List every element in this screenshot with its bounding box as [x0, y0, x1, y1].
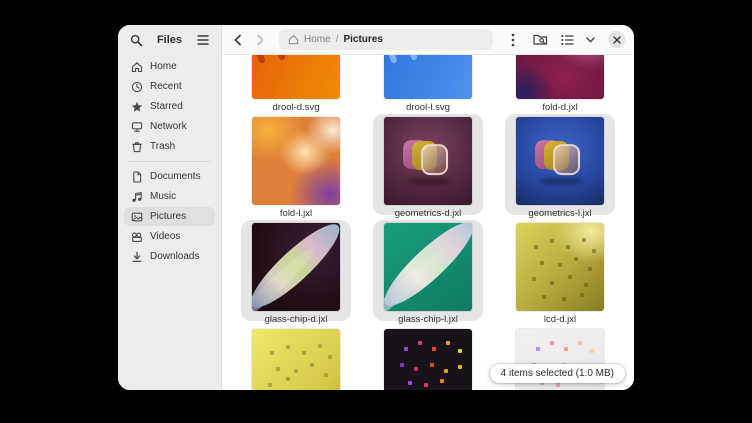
- close-icon: [613, 36, 621, 44]
- menu-button[interactable]: [503, 30, 523, 50]
- sidebar: Files Home Recent: [118, 25, 222, 390]
- file-item-partial-1[interactable]: [241, 326, 351, 390]
- thumbnail-partial-dark: [384, 329, 472, 390]
- glyph-scatter-art: [516, 329, 520, 333]
- file-item-drool-d[interactable]: drool-d.svg: [241, 55, 351, 109]
- file-name: fold-d.jxl: [542, 102, 577, 113]
- home-icon: [131, 61, 143, 73]
- sidebar-item-pictures[interactable]: Pictures: [124, 207, 215, 226]
- thumbnail-partial-yellow: [252, 329, 340, 390]
- view-options-button[interactable]: [584, 30, 597, 50]
- folder-search-button[interactable]: [530, 30, 550, 50]
- file-item-glass-chip-l[interactable]: glass-chip-l.jxl: [373, 220, 483, 321]
- sidebar-item-recent[interactable]: Recent: [124, 77, 215, 96]
- sidebar-item-videos[interactable]: Videos: [124, 227, 215, 246]
- forward-button[interactable]: [251, 30, 269, 50]
- drip-art: [252, 55, 340, 99]
- toolbar-actions: [503, 30, 625, 50]
- thumbnail-glass-chip-d: [252, 223, 340, 311]
- chevron-right-icon: [255, 34, 265, 46]
- file-item-fold-d[interactable]: fold-d.jxl: [505, 55, 615, 109]
- image-icon: [131, 211, 143, 223]
- selection-status-badge: 4 items selected (1.0 MB): [490, 364, 625, 383]
- trash-icon: [131, 141, 143, 153]
- glass-blade-art: [384, 223, 472, 311]
- clock-icon: [131, 81, 143, 93]
- view-toggle-button[interactable]: [557, 30, 577, 50]
- thumbnail-fold-l: [252, 117, 340, 205]
- file-grid-view: drool-d.svg: [222, 55, 634, 390]
- breadcrumb: Home / Pictures: [279, 29, 493, 50]
- file-item-geometrics-d[interactable]: geometrics-d.jxl: [373, 114, 483, 215]
- sidebar-item-downloads[interactable]: Downloads: [124, 247, 215, 266]
- file-item-geometrics-l[interactable]: geometrics-l.jxl: [505, 114, 615, 215]
- main-menu-button[interactable]: [193, 30, 213, 50]
- sidebar-item-documents[interactable]: Documents: [124, 167, 215, 186]
- thumbnail-drool-d: [252, 55, 340, 99]
- files-window: Files Home Recent: [118, 25, 634, 390]
- thumbnail-glass-chip-l: [384, 223, 472, 311]
- file-name: glass-chip-d.jxl: [265, 314, 328, 325]
- thumbnail-geometrics-d: [384, 117, 472, 205]
- kebab-menu-icon: [511, 33, 515, 47]
- video-camera-icon: [131, 231, 143, 243]
- sidebar-item-home[interactable]: Home: [124, 57, 215, 76]
- glass-blade-art: [252, 223, 340, 311]
- network-icon: [131, 121, 143, 133]
- document-icon: [131, 171, 143, 183]
- file-item-drool-l[interactable]: drool-l.svg: [373, 55, 483, 109]
- file-item-glass-chip-d[interactable]: glass-chip-d.jxl: [241, 220, 351, 321]
- sidebar-list: Home Recent Starred: [118, 55, 221, 267]
- toolbar: Home / Pictures: [222, 25, 634, 55]
- sidebar-item-network[interactable]: Network: [124, 117, 215, 136]
- chevron-down-icon: [586, 37, 595, 43]
- folder-search-icon: [533, 33, 548, 46]
- search-button[interactable]: [126, 30, 146, 50]
- back-button[interactable]: [229, 30, 247, 50]
- breadcrumb-separator: /: [336, 34, 339, 45]
- main-pane: Home / Pictures: [222, 25, 634, 390]
- file-name: lcd-d.jxl: [544, 314, 576, 325]
- thumbnail-lcd-d: [516, 223, 604, 311]
- drip-art: [384, 55, 472, 99]
- thumbnail-geometrics-l: [516, 117, 604, 205]
- file-name: drool-d.svg: [273, 102, 320, 113]
- file-name: geometrics-l.jxl: [528, 208, 591, 219]
- download-icon: [131, 251, 143, 263]
- music-note-icon: [131, 191, 143, 203]
- search-icon: [130, 34, 143, 47]
- file-item-partial-2[interactable]: [373, 326, 483, 390]
- sidebar-item-starred[interactable]: Starred: [124, 97, 215, 116]
- hamburger-icon: [197, 35, 209, 45]
- file-item-fold-l[interactable]: fold-l.jxl: [241, 114, 351, 215]
- sidebar-header: Files: [118, 25, 221, 55]
- app-title: Files: [146, 34, 193, 46]
- sidebar-separator: [128, 161, 211, 162]
- home-small-icon: [288, 34, 299, 45]
- sidebar-item-music[interactable]: Music: [124, 187, 215, 206]
- glyph-scatter-art: [516, 223, 520, 227]
- breadcrumb-current[interactable]: Pictures: [343, 34, 382, 45]
- geometrics-art: [535, 140, 583, 178]
- file-item-lcd-d[interactable]: lcd-d.jxl: [505, 220, 615, 321]
- file-name: fold-l.jxl: [280, 208, 312, 219]
- thumbnail-drool-l: [384, 55, 472, 99]
- geometrics-art: [403, 140, 451, 178]
- file-name: glass-chip-l.jxl: [398, 314, 458, 325]
- sidebar-item-trash[interactable]: Trash: [124, 137, 215, 156]
- file-grid: drool-d.svg: [241, 55, 634, 390]
- chevron-left-icon: [233, 34, 243, 46]
- window-close-button[interactable]: [608, 31, 625, 48]
- breadcrumb-home[interactable]: Home: [304, 34, 331, 45]
- thumbnail-fold-d: [516, 55, 604, 99]
- glyph-scatter-art: [252, 329, 256, 333]
- list-view-icon: [561, 34, 574, 46]
- file-name: geometrics-d.jxl: [395, 208, 462, 219]
- glyph-scatter-art: [384, 329, 388, 333]
- star-icon: [131, 101, 143, 113]
- file-name: drool-l.svg: [406, 102, 450, 113]
